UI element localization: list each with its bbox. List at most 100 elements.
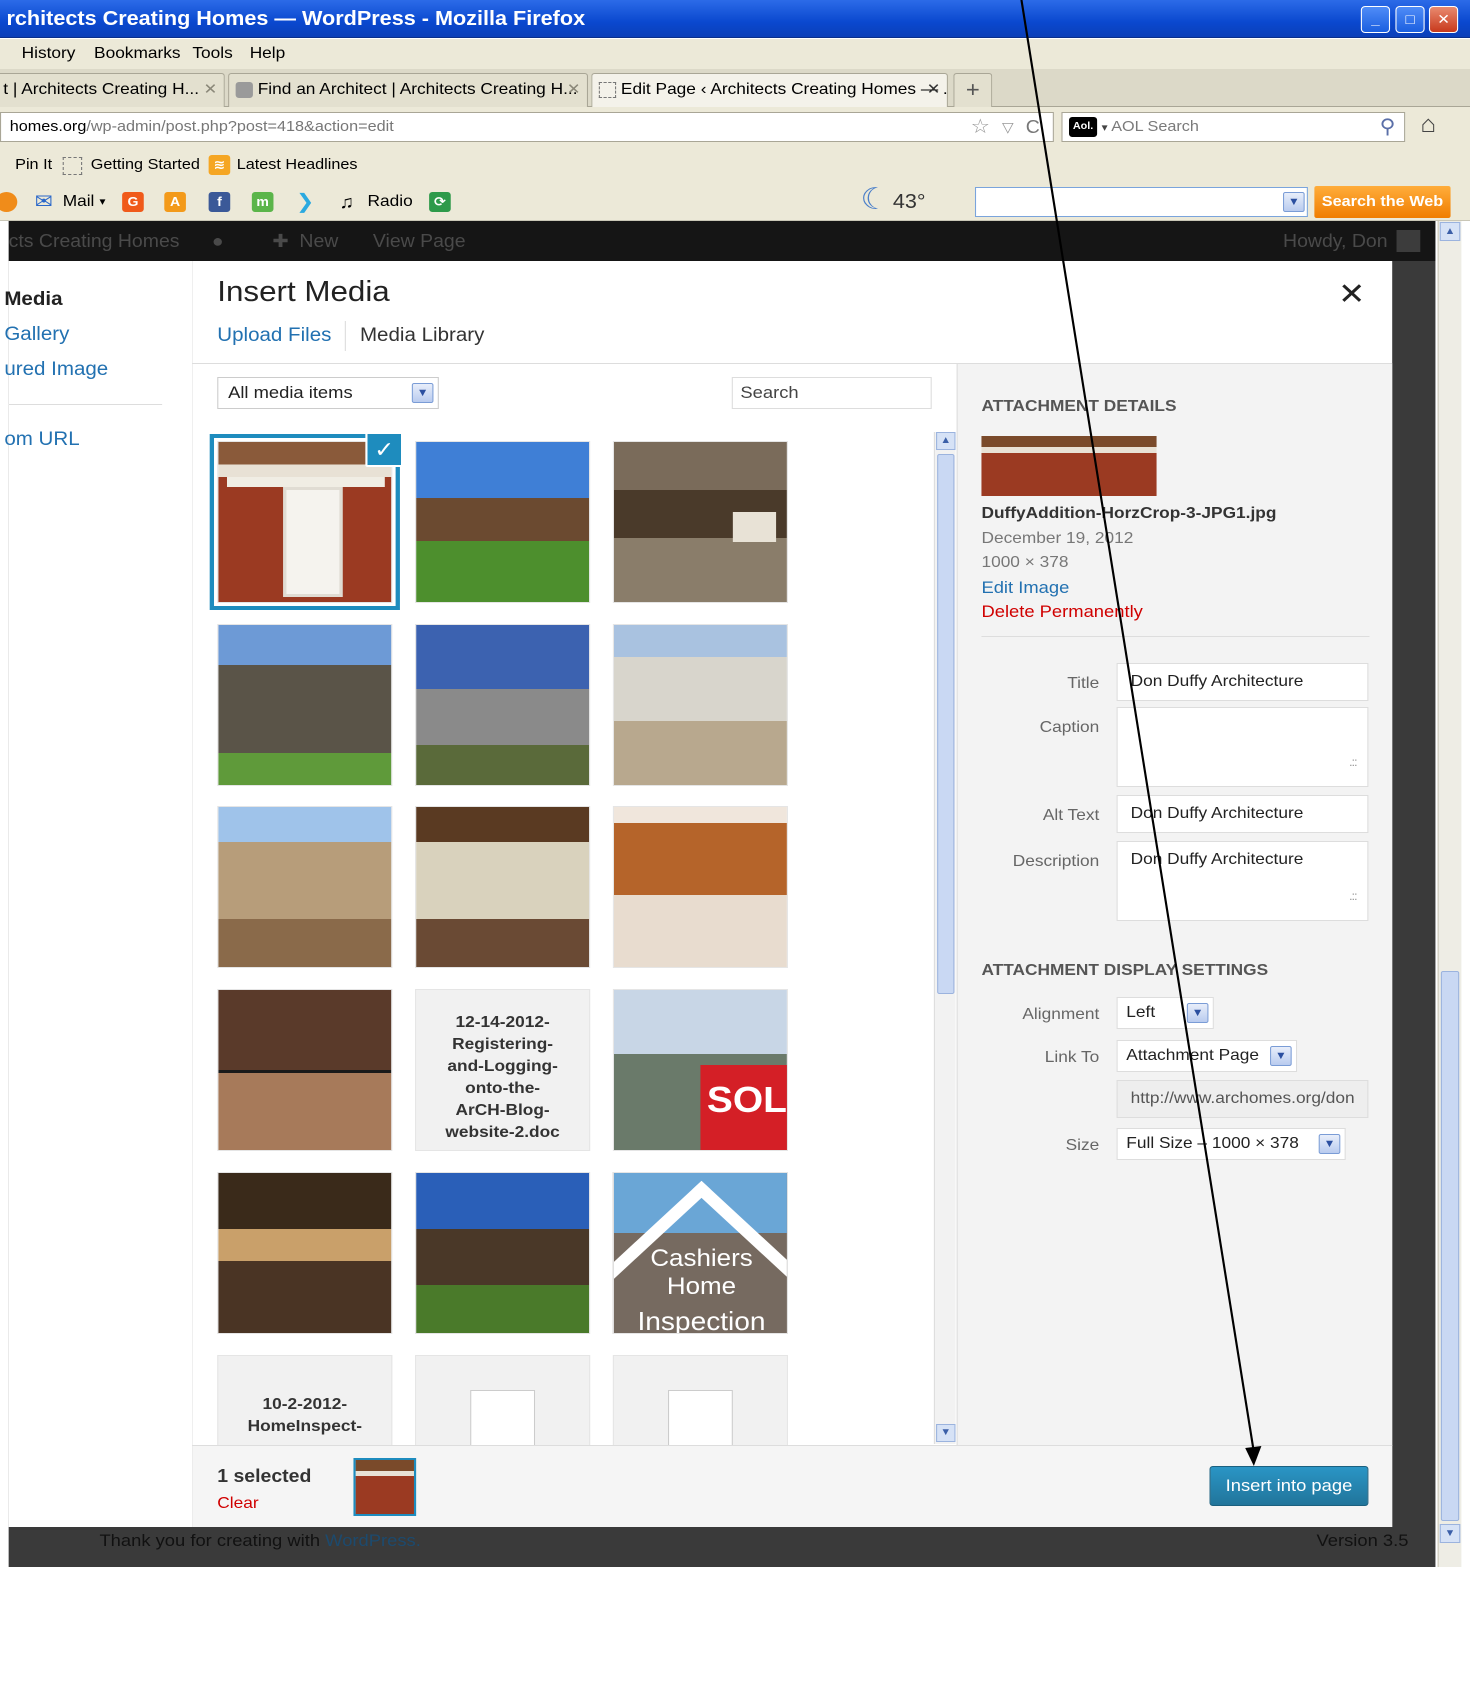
games-icon[interactable]: G [122,192,144,212]
menu-bookmarks[interactable]: Bookmarks [94,39,181,69]
new-tab-button[interactable]: + [953,73,993,107]
search-the-web-button[interactable]: Search the Web [1314,186,1451,218]
alignment-select[interactable]: Left ▼ [1116,997,1214,1029]
menu-featured-image[interactable]: ured Image [4,359,108,381]
insert-into-page-button[interactable]: Insert into page [1209,1466,1369,1506]
moviefone-icon[interactable]: m [251,192,274,212]
bookmark-pin-it[interactable]: Pin It [15,147,52,183]
comments-icon[interactable]: ● [212,221,224,261]
tab-media-library[interactable]: Media Library [360,325,484,347]
attachment-beach-house[interactable] [612,624,788,786]
twitter-icon[interactable]: ❯ [296,183,314,221]
description-field[interactable]: Don Duffy Architecture.:: [1116,841,1369,921]
media-search-input[interactable]: Search [731,377,932,409]
selection-thumbnail[interactable] [353,1458,417,1516]
aol-orb-icon[interactable] [0,192,18,212]
attachment-stone-house[interactable] [415,441,591,603]
search-icon[interactable]: ⚲ [1380,113,1396,141]
attachment-house-flag[interactable] [415,624,591,786]
delete-permanently-link[interactable]: Delete Permanently [981,602,1142,622]
menu-tools[interactable]: Tools [192,39,232,69]
tab-upload-files[interactable]: Upload Files [217,325,331,347]
tab-edit-page[interactable]: Edit Page ‹ Architects Creating Homes — … [591,73,948,108]
window-close-icon[interactable]: ✕ [1428,6,1459,33]
attachment-brick-collage[interactable] [217,989,393,1151]
scroll-down-icon[interactable]: ▼ [1439,1524,1461,1543]
admin-view-page[interactable]: View Page [373,221,466,261]
chevron-down-icon[interactable]: ▼ [411,383,434,403]
avatar[interactable] [1396,230,1421,252]
minimize-icon[interactable]: _ [1360,6,1391,33]
history-dropdown-icon[interactable]: ▽ [1002,113,1014,141]
scroll-thumb[interactable] [1440,971,1460,1521]
tab-close-icon[interactable]: ✕ [204,74,218,106]
cashiers-text: Cashiers Home Inspection [614,1245,787,1333]
link-to-select[interactable]: Attachment Page ▼ [1116,1040,1298,1072]
attachment-living-room[interactable] [415,806,591,968]
chevron-down-icon[interactable]: ▼ [1186,1003,1209,1023]
attachment-cabin-woods[interactable] [612,441,788,603]
media-filter-select[interactable]: All media items ▼ [217,377,439,409]
bookmark-latest-headlines[interactable]: Latest Headlines [237,147,358,183]
attachment-doc-registering[interactable]: 12-14-2012- Registering- and-Logging- on… [415,989,591,1151]
aol-search-input[interactable]: ▼ [974,187,1308,217]
attachment-document[interactable] [612,1355,788,1445]
home-icon[interactable]: ⌂ [1420,111,1436,139]
reload-icon[interactable]: C [1026,113,1040,141]
grid-scrollbar[interactable]: ▲ ▼ [933,432,956,1444]
browser-search-box[interactable]: Aol. ▾ AOL Search ⚲ [1061,112,1406,142]
attachment-stone-cottage[interactable] [217,624,393,786]
admin-howdy[interactable]: Howdy, Don [1283,221,1388,261]
edit-image-link[interactable]: Edit Image [981,578,1069,598]
mail-button[interactable]: Mail [63,183,95,221]
tab-find-architect[interactable]: Find an Architect | Architects Creating … [228,73,589,107]
attachment-timber-lodge[interactable] [415,1172,591,1334]
resize-grip-icon[interactable]: .:: [1349,744,1358,780]
chevron-down-icon[interactable]: ▼ [1318,1134,1341,1154]
close-icon[interactable]: ✕ [1338,277,1365,312]
size-select[interactable]: Full Size – 1000 × 378 ▼ [1116,1128,1346,1160]
url-bar[interactable]: homes.org/wp-admin/post.php?post=418&act… [0,112,1054,142]
alt-text-field[interactable]: Don Duffy Architecture [1116,795,1369,833]
attachment-document[interactable] [415,1355,591,1445]
radio-button[interactable]: Radio [368,183,413,221]
bookmark-getting-started[interactable]: Getting Started [91,147,200,183]
menu-insert-from-url[interactable]: om URL [4,429,79,451]
menu-insert-media[interactable]: Media [4,289,62,311]
attachment-sold-sign[interactable]: SOLD [612,989,788,1151]
scroll-up-icon[interactable]: ▲ [936,432,956,450]
maximize-icon[interactable]: □ [1395,6,1425,33]
caption-field[interactable]: .:: [1116,707,1369,787]
attachment-kitchen[interactable] [612,806,788,968]
engine-dropdown-icon[interactable]: ▾ [1102,122,1108,134]
chevron-down-icon[interactable]: ▼ [1270,1046,1292,1066]
attachment-great-room[interactable] [217,1172,393,1334]
admin-site-name[interactable]: cts Creating Homes [9,221,180,261]
attachment-doc-homeinspect[interactable]: 10-2-2012- HomeInspect- [217,1355,393,1445]
attachment-colonial-house[interactable] [217,806,393,968]
mail-dropdown-icon[interactable]: ▾ [99,183,105,221]
checkmark-icon[interactable]: ✓ [365,432,404,467]
star-icon[interactable]: ☆ [971,113,990,141]
admin-new[interactable]: New [299,221,338,261]
clear-selection-link[interactable]: Clear [217,1495,258,1513]
tab-close-icon[interactable]: ✕ [927,74,941,106]
chevron-down-icon[interactable]: ▼ [1283,192,1305,212]
scroll-thumb[interactable] [937,454,955,994]
facebook-icon[interactable]: f [208,192,231,212]
menu-create-gallery[interactable]: Gallery [4,324,69,346]
title-field[interactable]: Don Duffy Architecture [1116,663,1369,701]
scroll-down-icon[interactable]: ▼ [936,1424,956,1442]
weather-temp[interactable]: 43° [893,183,926,221]
refresh-green-icon[interactable]: ⟳ [429,192,451,212]
link-url-field[interactable]: http://www.archomes.org/don [1116,1080,1369,1118]
menu-help[interactable]: Help [250,39,286,69]
menu-history[interactable]: History [22,39,76,69]
scroll-up-icon[interactable]: ▲ [1439,222,1461,241]
resize-grip-icon[interactable]: .:: [1349,878,1358,914]
page-scrollbar[interactable]: ▲ ▼ [1437,221,1462,1567]
tab-architects[interactable]: t | Architects Creating H... ✕ [0,73,225,107]
tab-close-icon[interactable]: ✕ [567,74,581,106]
attachment-cashiers-home[interactable]: Cashiers Home Inspection [612,1172,788,1334]
aim-icon[interactable]: A [164,192,186,212]
